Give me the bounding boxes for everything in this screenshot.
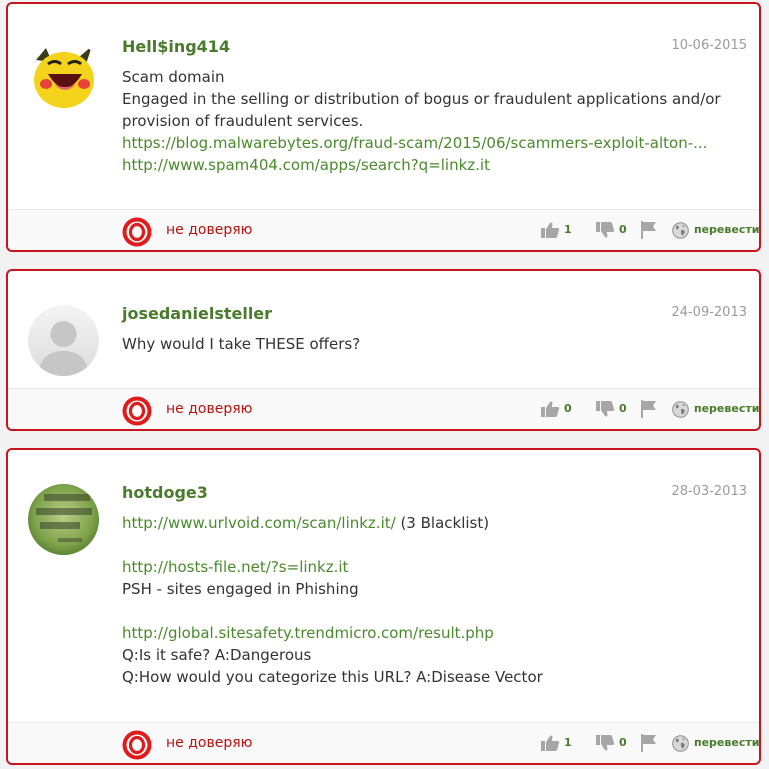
like-count: 0 [564,402,572,415]
comment-footer: не доверяю 1 0 перевести [8,722,759,763]
comment-card: hotdoge3 28-03-2013 http://www.urlvoid.c… [6,448,761,765]
comment-card: Hell$ing414 10-06-2015 Scam domain Engag… [6,2,761,252]
globe-icon[interactable] [672,222,689,239]
distrust-rating-icon [122,730,152,760]
username[interactable]: hotdoge3 [122,483,208,502]
comment-text: Q:Is it safe? A:Dangerous [122,646,312,664]
comment-date: 10-06-2015 [671,38,747,53]
comment-link[interactable]: https://blog.malwarebytes.org/fraud-scam… [122,134,707,152]
translate-button[interactable]: перевести [694,402,759,415]
comment-link[interactable]: http://hosts-file.net/?s=linkz.it [122,558,348,576]
username[interactable]: josedanielsteller [122,304,272,323]
dislike-count: 0 [619,402,627,415]
comment-link[interactable]: http://www.spam404.com/apps/search?q=lin… [122,156,490,174]
default-user-avatar-icon [28,305,99,376]
thumbs-down-icon[interactable] [595,400,615,418]
comment-link[interactable]: http://www.urlvoid.com/scan/linkz.it/ [122,514,396,532]
thumbs-down-icon[interactable] [595,221,615,239]
dislike-count: 0 [619,223,627,236]
flag-icon[interactable] [640,733,658,753]
like-count: 1 [564,223,572,236]
comment-footer: не доверяю 1 0 перевести [8,209,759,250]
comment-text: Why would I take THESE offers? [122,335,361,353]
thumbs-down-icon[interactable] [595,734,615,752]
thumbs-up-icon[interactable] [540,221,560,239]
comment-body: Scam domain Engaged in the selling or di… [122,66,742,176]
comment-date: 24-09-2013 [671,305,747,320]
translate-button[interactable]: перевести [694,223,759,236]
user-avatar[interactable] [28,305,99,376]
flag-icon[interactable] [640,399,658,419]
thumbs-up-icon[interactable] [540,734,560,752]
distrust-rating-icon [122,396,152,426]
comment-text: Engaged in the selling or distribution o… [122,90,721,130]
globe-icon[interactable] [672,401,689,418]
green-text-photo-avatar-icon [28,484,99,555]
rating-label: не доверяю [166,222,253,238]
comment-text: Scam domain [122,68,225,86]
user-avatar[interactable] [28,38,99,109]
comment-body: http://www.urlvoid.com/scan/linkz.it/ (3… [122,512,742,688]
distrust-rating-icon [122,217,152,247]
flag-icon[interactable] [640,220,658,240]
like-count: 1 [564,736,572,749]
translate-button[interactable]: перевести [694,736,759,749]
cartoon-pikachu-avatar-icon [28,38,99,109]
comment-card: josedanielsteller 24-09-2013 Why would I… [6,269,761,431]
comment-text: (3 Blacklist) [395,514,490,532]
comment-text: PSH - sites engaged in Phishing [122,580,359,598]
username[interactable]: Hell$ing414 [122,37,230,56]
comment-text: Q:How would you categorize this URL? A:D… [122,668,543,686]
comment-link[interactable]: http://global.sitesafety.trendmicro.com/… [122,624,494,642]
comment-date: 28-03-2013 [671,484,747,499]
dislike-count: 0 [619,736,627,749]
rating-label: не доверяю [166,735,253,751]
rating-label: не доверяю [166,401,253,417]
globe-icon[interactable] [672,735,689,752]
user-avatar[interactable] [28,484,99,555]
comment-body: Why would I take THESE offers? [122,333,742,355]
thumbs-up-icon[interactable] [540,400,560,418]
comment-footer: не доверяю 0 0 перевести [8,388,759,429]
